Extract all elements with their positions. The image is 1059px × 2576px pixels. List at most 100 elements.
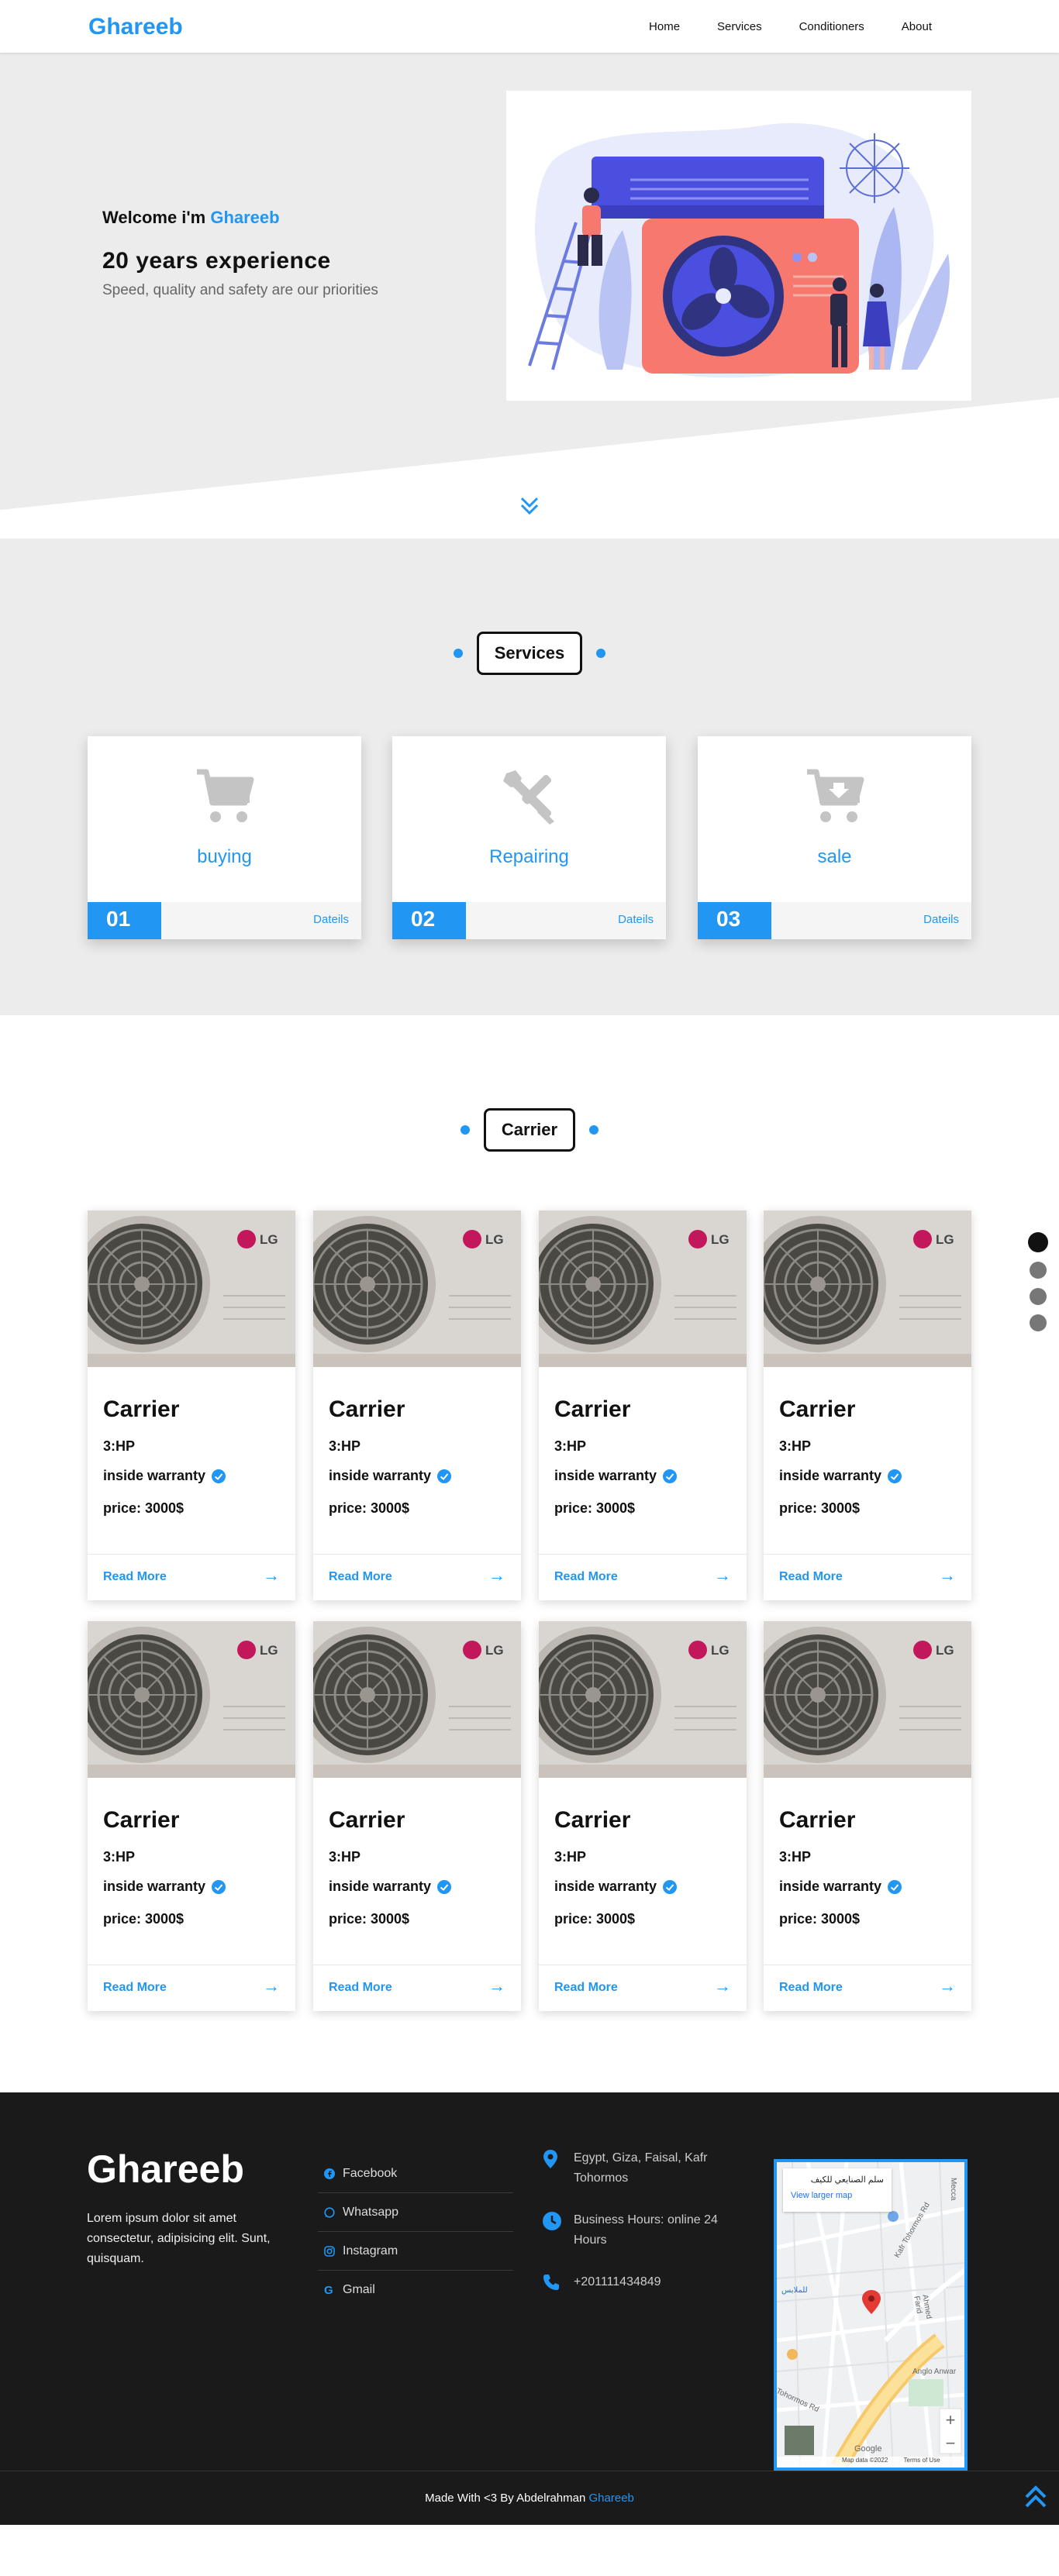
scroll-to-top-icon[interactable] xyxy=(1022,2483,1050,2511)
footer-link-label: Facebook xyxy=(343,2166,398,2180)
footer-contact-info: Egypt, Giza, Faisal, Kafr Tohormos Busin… xyxy=(543,2148,744,2319)
verified-check-icon xyxy=(437,1469,452,1483)
product-card[interactable]: LG Carrier 3:HP inside warranty price: 3… xyxy=(313,1621,521,2011)
product-card[interactable]: LG Carrier 3:HP inside warranty price: 3… xyxy=(539,1211,747,1600)
arrow-right-icon[interactable]: → xyxy=(714,1565,731,1586)
map-terms-link[interactable]: Terms of Use xyxy=(904,2457,940,2464)
map-view-larger-link[interactable]: View larger map xyxy=(791,2191,884,2200)
svg-text:LG: LG xyxy=(936,1232,954,1247)
service-footer: 03 Dateils xyxy=(698,902,971,939)
footer-link-gmail[interactable]: G Gmail xyxy=(318,2271,513,2309)
service-details-link[interactable]: Dateils xyxy=(923,913,959,926)
svg-text:LG: LG xyxy=(260,1232,278,1247)
product-footer: Read More → xyxy=(539,1965,747,2011)
product-card[interactable]: LG Carrier 3:HP inside warranty price: 3… xyxy=(313,1211,521,1600)
footer-phone-text[interactable]: +201111434849 xyxy=(574,2272,661,2298)
service-card-repairing[interactable]: Repairing 02 Dateils xyxy=(392,736,666,939)
arrow-right-icon[interactable]: → xyxy=(714,1976,731,1996)
map-attribution-text: Map data ©2022 xyxy=(842,2457,888,2464)
product-hp: 3:HP xyxy=(779,1438,812,1454)
product-image: LG xyxy=(313,1211,521,1367)
verified-check-icon xyxy=(212,1469,226,1483)
verified-check-icon xyxy=(212,1879,226,1894)
product-warranty: inside warranty xyxy=(329,1468,452,1484)
heading-dot-left xyxy=(460,1125,470,1135)
product-image: LG xyxy=(764,1621,971,1778)
product-image: LG xyxy=(88,1211,295,1367)
tools-icon xyxy=(392,767,666,829)
location-pin-icon xyxy=(543,2148,563,2189)
product-card[interactable]: LG Carrier 3:HP inside warranty price: 3… xyxy=(764,1211,971,1600)
arrow-right-icon[interactable]: → xyxy=(488,1976,505,1996)
product-warranty-text: inside warranty xyxy=(329,1879,432,1894)
product-price: price: 3000$ xyxy=(779,1911,861,1927)
product-title: Carrier xyxy=(554,1396,631,1422)
arrow-right-icon[interactable]: → xyxy=(939,1565,956,1586)
product-warranty: inside warranty xyxy=(329,1879,452,1895)
arrow-right-icon[interactable]: → xyxy=(263,1565,280,1586)
service-details-link[interactable]: Dateils xyxy=(313,913,349,926)
nav-about[interactable]: About xyxy=(883,20,950,33)
product-title: Carrier xyxy=(103,1396,180,1422)
product-price: price: 3000$ xyxy=(554,1500,636,1516)
carrier-title: Carrier xyxy=(483,1108,576,1152)
read-more-link[interactable]: Read More xyxy=(779,1981,843,1995)
nav-conditioners[interactable]: Conditioners xyxy=(781,20,883,33)
map-label: Mecca xyxy=(949,2178,957,2201)
carousel-bullet[interactable] xyxy=(1030,1314,1047,1331)
product-price: price: 3000$ xyxy=(103,1911,185,1927)
nav-services[interactable]: Services xyxy=(699,20,781,33)
arrow-right-icon[interactable]: → xyxy=(939,1976,956,1996)
verified-check-icon xyxy=(663,1879,678,1894)
read-more-link[interactable]: Read More xyxy=(103,1981,167,1995)
product-warranty-text: inside warranty xyxy=(554,1468,657,1483)
service-name: buying xyxy=(197,846,252,867)
carousel-bullet[interactable] xyxy=(1028,1232,1048,1252)
scroll-down-chevron-icon[interactable] xyxy=(517,494,542,518)
product-warranty-text: inside warranty xyxy=(329,1468,432,1483)
service-card-buying[interactable]: buying 01 Dateils xyxy=(88,736,361,939)
site-header: Ghareeb Home Services Conditioners About xyxy=(0,0,1059,53)
map-place-name: سلم الصنايعي للكيف xyxy=(810,2175,884,2185)
service-details-link[interactable]: Dateils xyxy=(618,913,654,926)
read-more-link[interactable]: Read More xyxy=(329,1570,392,1584)
carrier-heading: Carrier xyxy=(0,1108,1059,1152)
product-title: Carrier xyxy=(779,1807,856,1833)
product-card[interactable]: LG Carrier 3:HP inside warranty price: 3… xyxy=(764,1621,971,2011)
phone-icon xyxy=(543,2272,563,2298)
arrow-right-icon[interactable]: → xyxy=(263,1976,280,1996)
product-warranty-text: inside warranty xyxy=(554,1879,657,1894)
hero-tagline: Speed, quality and safety are our priori… xyxy=(102,282,378,298)
service-card-sale[interactable]: sale 03 Dateils xyxy=(698,736,971,939)
nav-home[interactable]: Home xyxy=(630,20,699,33)
heading-dot-right xyxy=(589,1125,599,1135)
product-card[interactable]: LG Carrier 3:HP inside warranty price: 3… xyxy=(539,1621,747,2011)
whatsapp-icon xyxy=(324,2206,335,2218)
read-more-link[interactable]: Read More xyxy=(103,1570,167,1584)
carousel-bullet[interactable] xyxy=(1030,1262,1047,1279)
read-more-link[interactable]: Read More xyxy=(554,1570,618,1584)
footer-link-instagram[interactable]: Instagram xyxy=(318,2232,513,2271)
arrow-right-icon[interactable]: → xyxy=(488,1565,505,1586)
product-title: Carrier xyxy=(103,1807,180,1833)
map-info-card: سلم الصنايعي للكيف View larger map xyxy=(783,2168,892,2212)
product-warranty: inside warranty xyxy=(103,1879,226,1895)
embedded-map[interactable]: + − سلم الصنايعي للكيف View larger map M… xyxy=(774,2159,968,2471)
carousel-bullet[interactable] xyxy=(1030,1288,1047,1305)
product-card[interactable]: LG Carrier 3:HP inside warranty price: 3… xyxy=(88,1211,295,1600)
footer-link-whatsapp[interactable]: Whatsapp xyxy=(318,2193,513,2232)
footer-description: Lorem ipsum dolor sit amet consectetur, … xyxy=(87,2212,271,2265)
verified-check-icon xyxy=(888,1469,902,1483)
hero-section: Welcome i'm Ghareeb 20 years experience … xyxy=(0,53,1059,539)
read-more-link[interactable]: Read More xyxy=(329,1981,392,1995)
read-more-link[interactable]: Read More xyxy=(554,1981,618,1995)
product-image: LG xyxy=(539,1211,747,1367)
product-card[interactable]: LG Carrier 3:HP inside warranty price: 3… xyxy=(88,1621,295,2011)
services-section: Services buying 01 Dateils Repairing 02 … xyxy=(0,539,1059,1015)
site-logo[interactable]: Ghareeb xyxy=(88,14,183,40)
product-hp: 3:HP xyxy=(103,1438,136,1454)
cart-sale-icon xyxy=(698,767,971,829)
read-more-link[interactable]: Read More xyxy=(779,1570,843,1584)
footer-link-facebook[interactable]: Facebook xyxy=(318,2154,513,2193)
product-price: price: 3000$ xyxy=(779,1500,861,1516)
